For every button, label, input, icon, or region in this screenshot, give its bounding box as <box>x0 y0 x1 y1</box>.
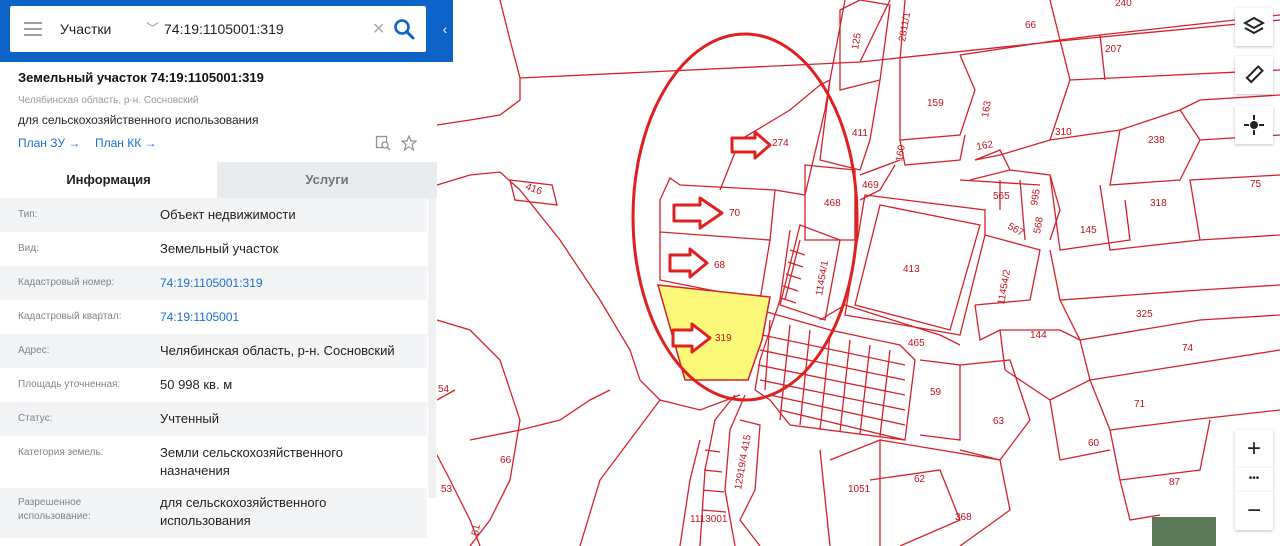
parcel-label: 68 <box>714 260 726 271</box>
panel-scrollbar[interactable] <box>428 198 436 498</box>
collapse-panel-button[interactable]: ‹ <box>437 0 453 62</box>
info-panel: Участки ﹀ ✕ Земельный участок 74:19:1105… <box>0 0 437 546</box>
cadastral-number-link[interactable]: 74:19:1105001:319 <box>160 274 422 292</box>
parcel-label: 274 <box>772 138 789 149</box>
parcel-label: 66 <box>1025 20 1037 31</box>
parcel-label: 63 <box>993 416 1005 427</box>
parcel-usage: для сельскохозяйственного использования <box>18 113 259 127</box>
layers-button[interactable] <box>1235 8 1273 46</box>
detail-row-area: Площадь уточненная: 50 998 кв. м <box>18 377 233 392</box>
parcel-label: 565 <box>993 191 1010 202</box>
search-icon <box>394 19 415 40</box>
parcel-label: 325 <box>1136 309 1153 320</box>
parcel-label: 238 <box>1148 135 1165 146</box>
locate-button[interactable] <box>1235 106 1273 144</box>
ruler-icon <box>1245 65 1264 84</box>
parcel-label: 62 <box>914 474 926 485</box>
star-icon[interactable] <box>400 134 418 152</box>
plan-search-icon[interactable] <box>375 135 391 151</box>
zoom-in-button[interactable]: + <box>1235 430 1273 468</box>
menu-icon[interactable] <box>24 22 42 36</box>
search-type-select[interactable]: Участки ﹀ <box>60 6 160 52</box>
parcel-label: 207 <box>1105 44 1122 55</box>
parcel-title: Земельный участок 74:19:1105001:319 <box>18 70 264 85</box>
parcel-label: 87 <box>1169 477 1181 488</box>
search-type-label: Участки <box>60 21 112 37</box>
more-button[interactable]: ••• <box>1235 468 1273 492</box>
parcel-label: 319 <box>715 333 732 344</box>
parcel-label: 54 <box>438 384 450 395</box>
parcel-region: Челябинская область, р-н. Сосновский <box>18 95 199 106</box>
detail-row-land-category: Категория земель: Земли сельскохозяйстве… <box>18 445 343 478</box>
tab-info[interactable]: Информация <box>0 162 217 198</box>
parcel-label: 159 <box>927 98 944 109</box>
detail-row-address: Адрес: Челябинская область, р-н. Сосновс… <box>0 334 427 368</box>
parcel-label: 318 <box>1150 198 1167 209</box>
parcel-label: 70 <box>729 208 741 219</box>
plan-zu-link[interactable]: План ЗУ → <box>18 136 80 150</box>
parcel-label: 145 <box>1080 225 1097 236</box>
parcel-label: 60 <box>1088 438 1100 449</box>
detail-row-status: Статус: Учтенный <box>0 402 427 436</box>
layers-icon <box>1242 16 1266 35</box>
tab-services[interactable]: Услуги <box>217 162 437 198</box>
ruler-button[interactable] <box>1235 56 1273 94</box>
parcel-label: 59 <box>930 387 942 398</box>
detail-row-cadastral-number: Кадастровый номер: 74:19:1105001:319 <box>0 266 427 300</box>
panel-tabs: Информация Услуги <box>0 162 437 198</box>
parcel-label: 469 <box>862 180 879 191</box>
parcel-label: 1051 <box>848 484 871 495</box>
collapse-icon: ‹ <box>442 21 448 37</box>
details-table: Тип: Объект недвижимости Вид: Земельный … <box>0 198 427 538</box>
clear-icon[interactable]: ✕ <box>372 19 385 39</box>
parcel-label: 411 <box>852 128 868 139</box>
parcel-label: 465 <box>908 338 925 349</box>
zoom-out-button[interactable]: − <box>1235 492 1273 530</box>
parcel-label: 468 <box>824 198 841 209</box>
detail-row-kind: Вид: Земельный участок <box>18 241 279 256</box>
parcel-label: 240 <box>1115 0 1132 9</box>
search-input[interactable] <box>164 14 370 44</box>
cadastral-quarter-link[interactable]: 74:19:1105001 <box>160 308 422 326</box>
parcel-label: 71 <box>1134 399 1146 410</box>
plan-kk-link[interactable]: План КК → <box>95 136 157 150</box>
satellite-layer-thumbnail[interactable] <box>1152 517 1216 546</box>
parcel-label: 66 <box>500 455 512 466</box>
detail-row-type: Тип: Объект недвижимости <box>0 198 427 232</box>
parcel-label: 413 <box>903 264 920 275</box>
search-button[interactable] <box>391 16 417 42</box>
search-box: Участки ﹀ ✕ <box>10 6 426 52</box>
detail-row-permitted-use: Разрешенное использование: для сельскохо… <box>0 488 427 538</box>
parcel-label: 368 <box>955 512 972 523</box>
parcel-label: 1113001 <box>690 514 728 525</box>
chevron-down-icon: ﹀ <box>146 21 160 36</box>
detail-row-cadastral-quarter: Кадастровый квартал: 74:19:1105001 <box>0 300 427 334</box>
search-bar: Участки ﹀ ✕ <box>0 0 437 62</box>
parcel-label: 144 <box>1030 330 1047 341</box>
parcel-label: 310 <box>1055 127 1072 138</box>
locate-icon <box>1244 115 1264 135</box>
parcel-label: 74 <box>1182 343 1194 354</box>
parcel-label: 75 <box>1250 179 1262 190</box>
parcel-label: 53 <box>441 484 453 495</box>
